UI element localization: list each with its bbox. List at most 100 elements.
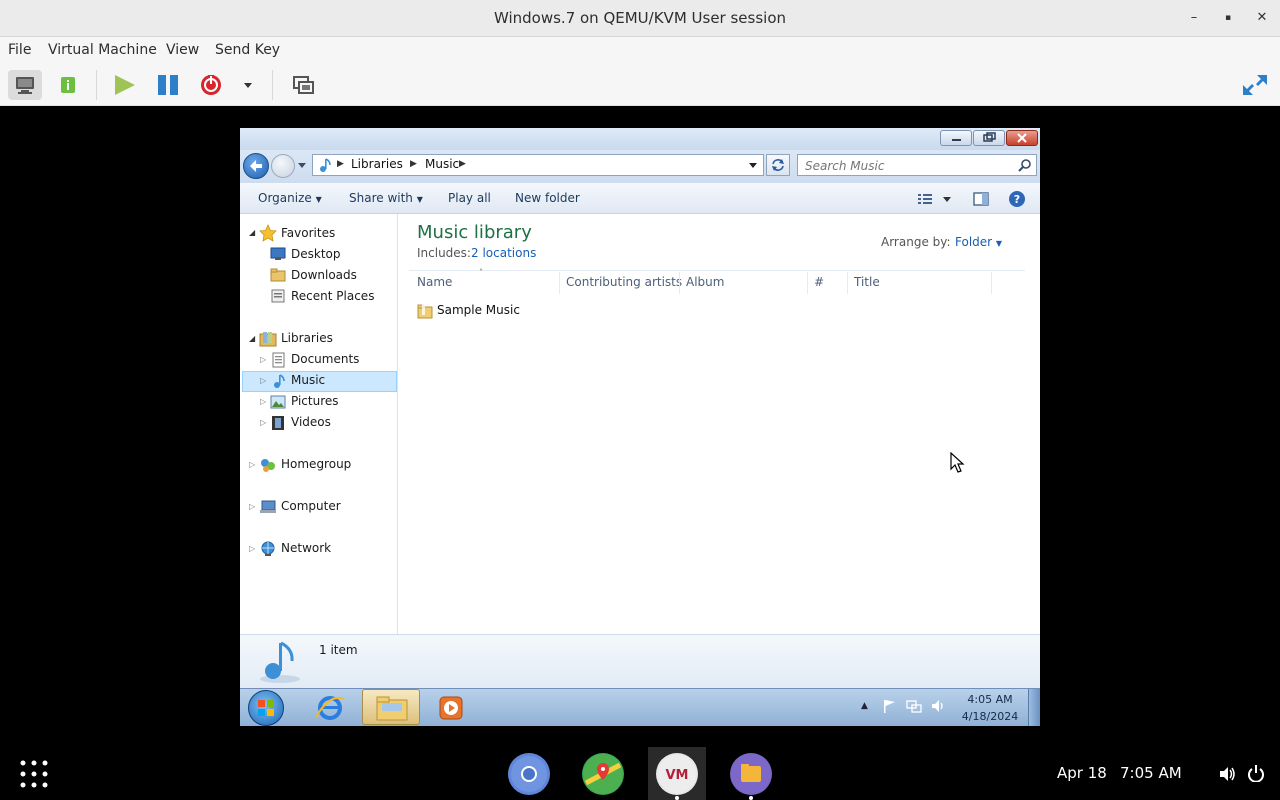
preview-pane-button[interactable] [972,190,990,208]
share-with-label: Share with [349,191,413,205]
nav-downloads[interactable]: Downloads [291,265,357,286]
arrange-by-dropdown[interactable]: Folder ▼ [955,235,1002,249]
host-date[interactable]: Apr 18 [1057,764,1107,782]
action-center-flag-icon[interactable] [882,698,898,714]
mouse-cursor-icon [950,452,965,473]
close-button[interactable]: ✕ [1251,8,1273,28]
navigation-pane[interactable]: ◢ Favorites Desktop Downloads Recent Pla… [240,214,398,634]
nav-documents[interactable]: Documents [291,349,359,370]
nav-music[interactable]: Music [291,370,325,391]
column-divider[interactable] [679,272,680,294]
dock-files[interactable] [730,753,772,795]
maximize-button[interactable]: ▪ [1217,8,1239,28]
close-icon [1017,133,1027,143]
search-box[interactable] [797,154,1037,176]
menu-file[interactable]: File [8,42,31,58]
shutdown-button[interactable] [194,70,228,100]
expand-arrow-icon[interactable]: ▷ [260,355,266,364]
explorer-minimize-button[interactable] [940,130,972,146]
nav-favorites[interactable]: Favorites [281,223,335,244]
column-album[interactable]: Album [686,275,724,289]
maps-icon [583,754,623,794]
nav-pictures[interactable]: Pictures [291,391,339,412]
search-input[interactable] [798,156,1008,176]
expand-arrow-icon[interactable]: ▷ [249,502,255,511]
pause-button[interactable] [151,70,185,100]
nav-network[interactable]: Network [281,538,331,559]
column-divider[interactable] [807,272,808,294]
power-icon[interactable] [1247,764,1265,782]
minimize-button[interactable]: – [1183,8,1205,28]
run-button[interactable] [107,70,141,100]
share-with-button[interactable]: Share with ▼ [349,191,423,205]
show-hidden-icons-button[interactable]: ▲ [861,701,868,711]
explorer-close-button[interactable] [1006,130,1038,146]
column-divider[interactable] [847,272,848,294]
network-status-icon[interactable] [906,698,922,714]
forward-button[interactable] [271,154,295,178]
guest-clock-time[interactable]: 4:05 AM [956,693,1024,706]
start-button[interactable] [248,690,284,726]
expand-arrow-icon[interactable]: ▷ [260,418,266,427]
expand-arrow-icon[interactable]: ◢ [249,334,255,343]
content-pane[interactable]: Music library Includes: 2 locations Arra… [399,214,1040,634]
menu-virtual-machine[interactable]: Virtual Machine [48,42,157,58]
libraries-icon [259,332,277,347]
chevron-down-icon[interactable] [747,160,759,170]
nav-videos[interactable]: Videos [291,412,331,433]
dock-maps[interactable] [582,753,624,795]
nav-computer[interactable]: Computer [281,496,341,517]
dock-virt-manager[interactable]: VM [656,753,698,795]
nav-recent-places[interactable]: Recent Places [291,286,374,307]
expand-arrow-icon[interactable]: ▷ [249,460,255,469]
column-track-number[interactable]: # [814,275,824,289]
play-all-button[interactable]: Play all [448,191,491,205]
address-box[interactable]: ▶ Libraries ▶ Music ▶ [312,154,764,176]
refresh-icon [772,159,784,171]
console-view-button[interactable] [8,70,42,100]
list-item[interactable]: Sample Music [415,300,615,322]
column-title[interactable]: Title [854,275,880,289]
taskbar-windows-explorer[interactable] [362,689,420,725]
snapshots-button[interactable] [287,70,321,100]
expand-arrow-icon[interactable]: ▷ [260,376,266,385]
taskbar-internet-explorer[interactable] [310,691,350,725]
app-grid-button[interactable] [18,758,50,790]
expand-arrow-icon[interactable]: ◢ [249,228,255,237]
guest-clock-date[interactable]: 4/18/2024 [956,710,1024,723]
explorer-restore-button[interactable] [973,130,1005,146]
volume-icon[interactable] [1218,765,1236,783]
guest-screen[interactable]: ▶ Libraries ▶ Music ▶ Organize ▼ Share w… [240,128,1040,726]
refresh-button[interactable] [766,154,790,176]
fullscreen-button[interactable] [1238,70,1272,100]
nav-libraries[interactable]: Libraries [281,328,333,349]
expand-arrow-icon[interactable]: ▷ [249,544,255,553]
minimize-icon [952,139,961,141]
column-contributing-artists[interactable]: Contributing artists [566,275,682,289]
help-button[interactable]: ? [1008,190,1026,208]
breadcrumb-libraries[interactable]: Libraries [351,157,403,171]
column-divider[interactable] [991,272,992,294]
breadcrumb-music[interactable]: Music [425,157,459,171]
column-name[interactable]: Name [417,275,452,289]
recent-pages-button[interactable] [297,161,307,171]
nav-desktop[interactable]: Desktop [291,244,341,265]
back-button[interactable] [243,153,269,179]
dock-chromium[interactable] [508,753,550,795]
taskbar-media-player[interactable] [432,691,472,725]
menu-send-key[interactable]: Send Key [215,42,280,58]
shutdown-menu-button[interactable] [233,70,263,100]
column-divider[interactable] [559,272,560,294]
organize-button[interactable]: Organize ▼ [258,191,322,205]
search-icon[interactable] [1018,158,1032,172]
show-desktop-button[interactable] [1028,689,1040,726]
change-view-button[interactable] [916,191,952,207]
menu-view[interactable]: View [166,42,199,58]
volume-icon[interactable] [930,698,946,714]
host-time[interactable]: 7:05 AM [1120,764,1182,782]
nav-homegroup[interactable]: Homegroup [281,454,351,475]
includes-locations-link[interactable]: 2 locations [471,246,536,260]
expand-arrow-icon[interactable]: ▷ [260,397,266,406]
new-folder-button[interactable]: New folder [515,191,580,205]
details-view-button[interactable] [51,70,85,100]
